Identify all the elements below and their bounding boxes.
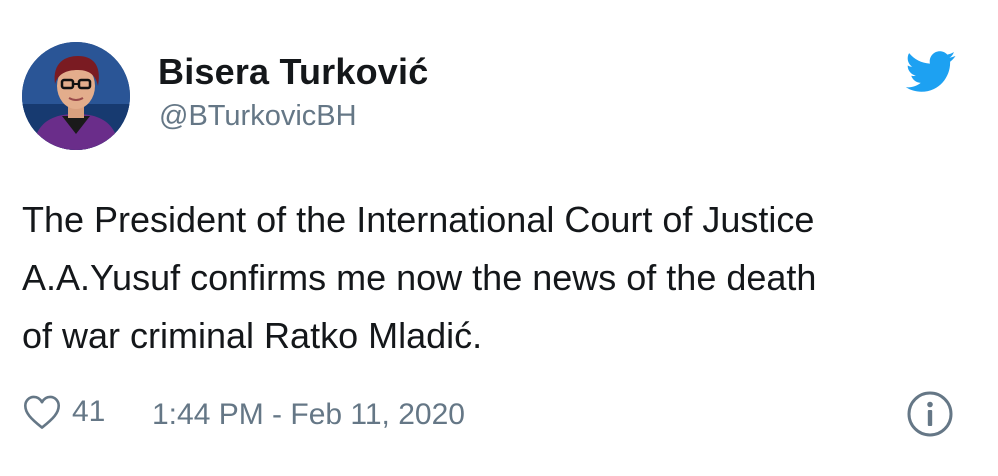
tweet-text-line: The President of the International Court… (22, 199, 815, 240)
author-name[interactable]: Bisera Turković (158, 51, 428, 93)
tweet-text: The President of the International Court… (22, 191, 972, 365)
tweet-text-line: A.A.Yusuf confirms me now the news of th… (22, 257, 817, 298)
heart-icon (24, 395, 60, 429)
tweet-footer: 41 1:44 PM - Feb 11, 2020 (22, 390, 962, 438)
tweet-timestamp[interactable]: 1:44 PM - Feb 11, 2020 (152, 398, 465, 432)
tweet-text-line: of war criminal Ratko Mladić. (22, 315, 483, 356)
like-count: 41 (72, 395, 106, 428)
tweet-card: Bisera Turković @BTurkovicBH The Preside… (0, 0, 998, 476)
author-handle[interactable]: @BTurkovicBH (159, 100, 357, 133)
like-button[interactable]: 41 (22, 394, 105, 430)
twitter-bird-icon[interactable] (905, 51, 957, 93)
avatar[interactable] (22, 42, 130, 150)
info-icon[interactable] (906, 390, 954, 438)
avatar-photo (22, 42, 130, 150)
